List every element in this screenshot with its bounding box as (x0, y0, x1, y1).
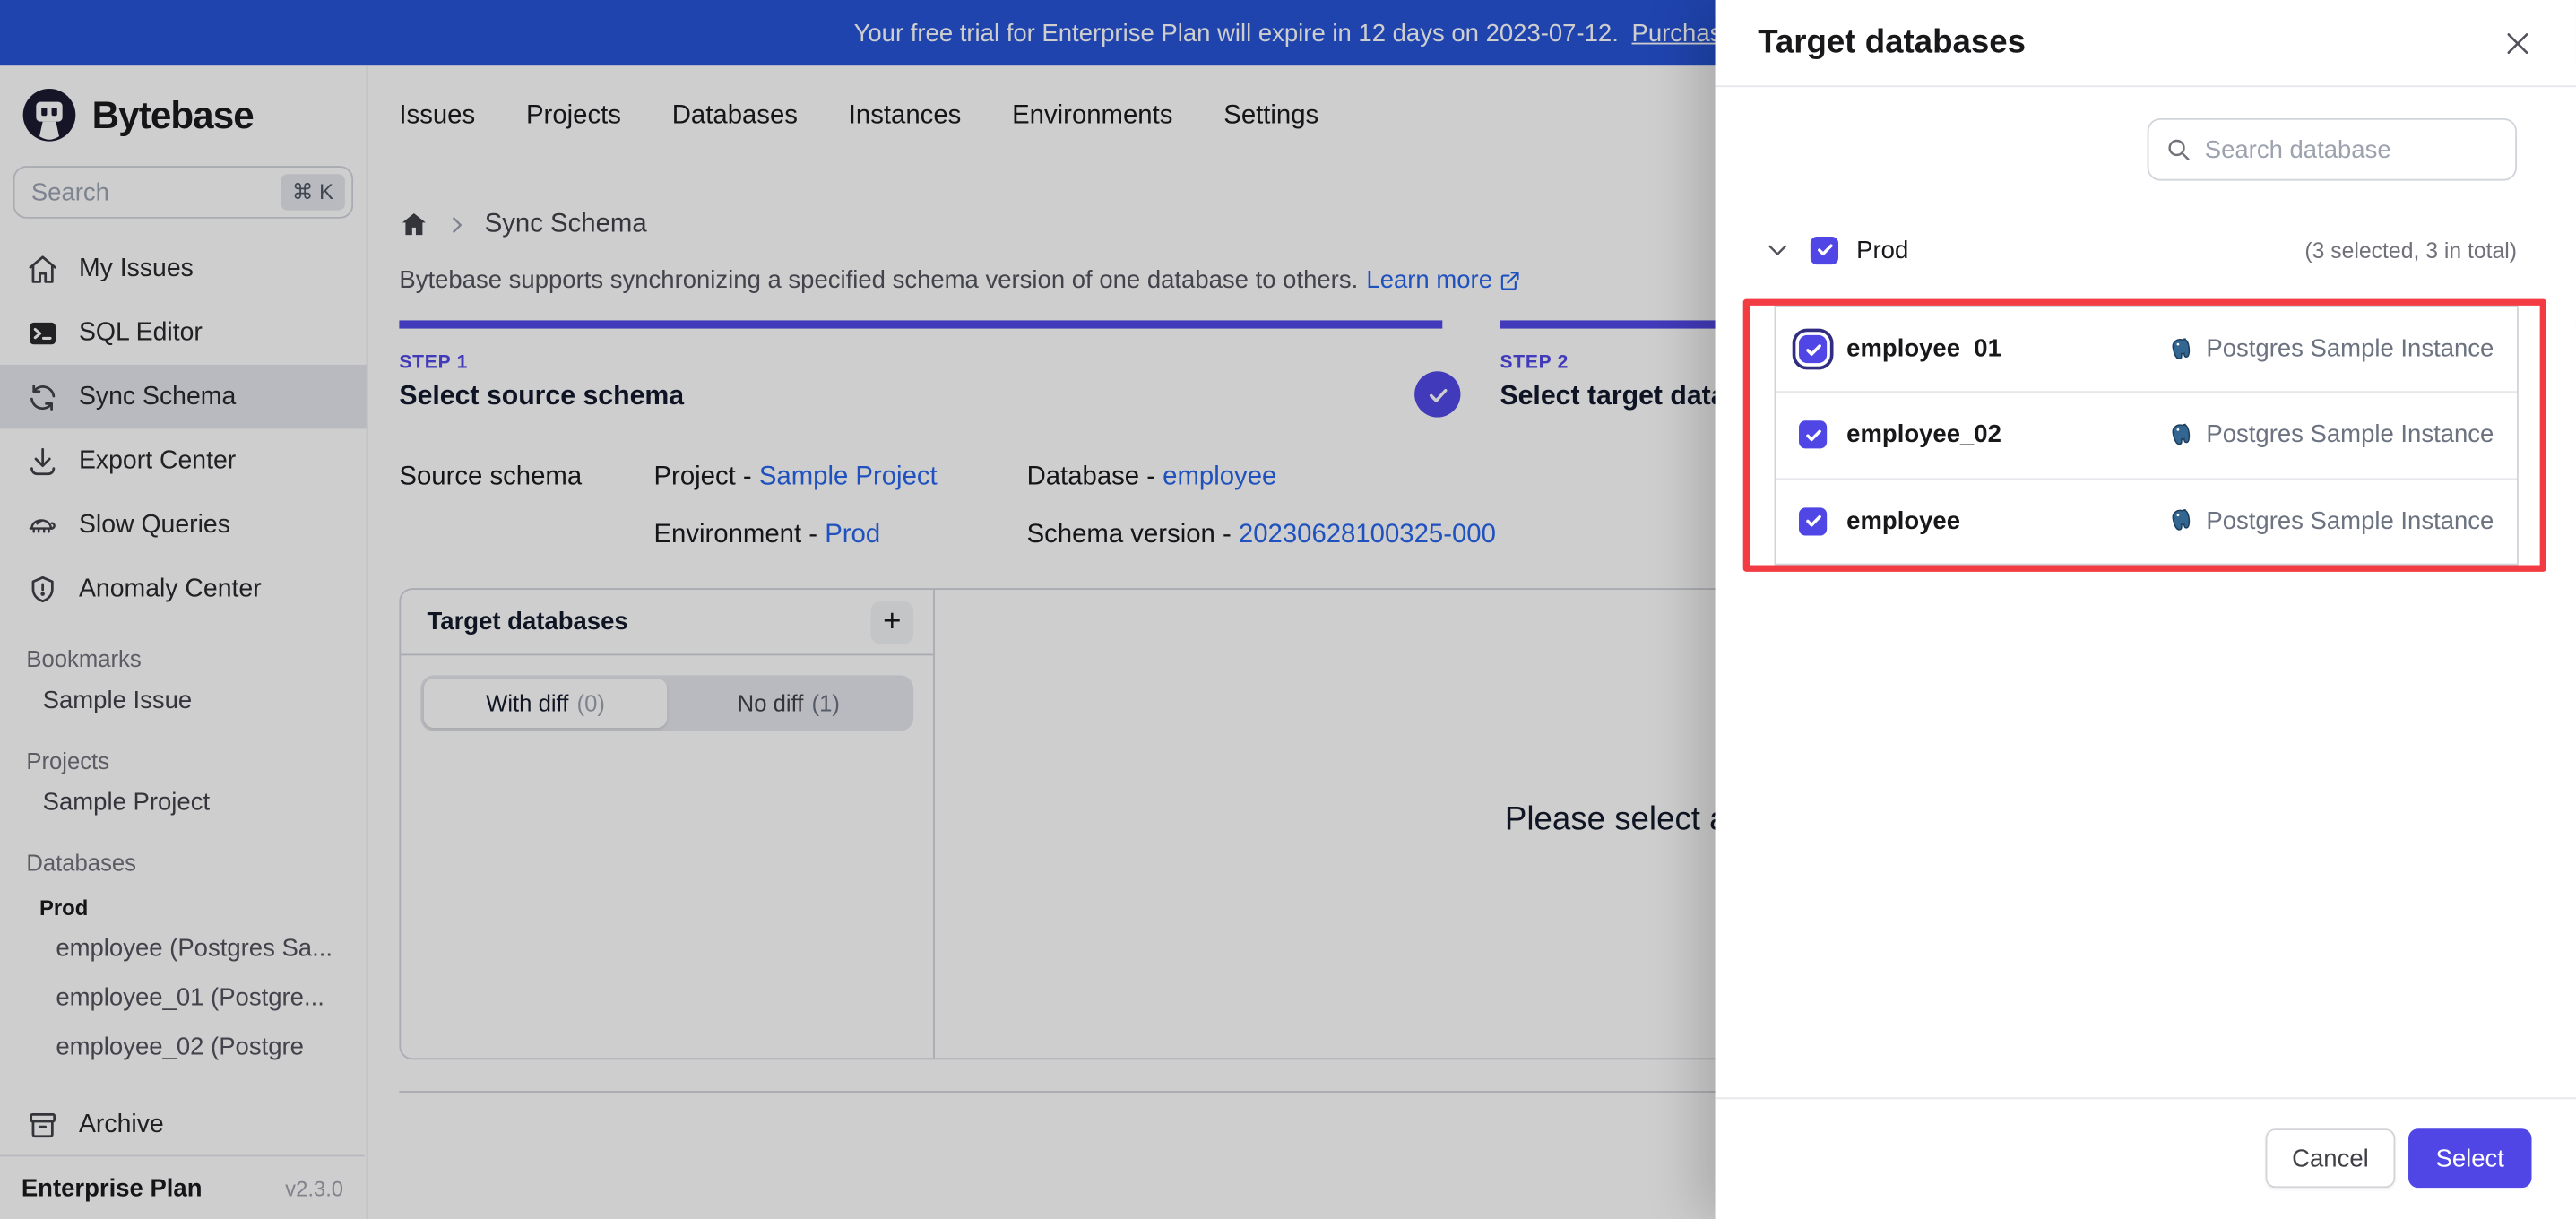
row-checkbox-checked[interactable] (1799, 421, 1828, 450)
drawer-footer-divider (1715, 1097, 2576, 1100)
target-databases-drawer: Target databases Prod (3 selected, 3 in … (1715, 0, 2576, 1219)
environment-group-row: Prod (3 selected, 3 in total) (1765, 227, 2517, 272)
row-checkbox-checked[interactable] (1799, 507, 1828, 536)
search-icon (2168, 139, 2190, 161)
drawer-title: Target databases (1758, 23, 2027, 60)
database-list: employee_01 Postgres Sample Instance emp… (1774, 305, 2519, 566)
group-checkbox-checked[interactable] (1810, 236, 1839, 264)
instance-label: Postgres Sample Instance (2206, 335, 2494, 364)
close-icon[interactable] (2503, 27, 2534, 58)
selection-summary: (3 selected, 3 in total) (2304, 237, 2518, 263)
database-row-employee-02[interactable]: employee_02 Postgres Sample Instance (1776, 391, 2518, 478)
postgres-icon (2172, 423, 2190, 445)
postgres-icon (2172, 509, 2190, 532)
database-row-employee[interactable]: employee Postgres Sample Instance (1776, 477, 2518, 564)
screen: Your free trial for Enterprise Plan will… (0, 0, 2576, 1219)
drawer-search (2147, 117, 2518, 181)
select-button[interactable]: Select (2408, 1128, 2532, 1189)
row-checkbox-checked-focused[interactable] (1792, 328, 1834, 370)
postgres-icon (2172, 337, 2190, 359)
cancel-button[interactable]: Cancel (2265, 1128, 2396, 1189)
database-row-employee-01[interactable]: employee_01 Postgres Sample Instance (1776, 307, 2517, 392)
drawer-search-input[interactable] (2147, 117, 2518, 181)
chevron-down-icon[interactable] (1765, 237, 1791, 263)
group-label: Prod (1856, 236, 1909, 264)
instance-label: Postgres Sample Instance (2206, 421, 2494, 450)
instance-label: Postgres Sample Instance (2206, 507, 2494, 536)
